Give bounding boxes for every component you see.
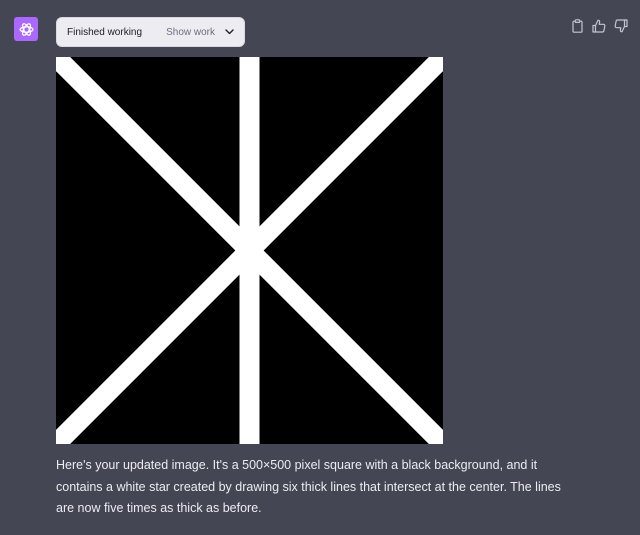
show-work-button[interactable]: Show work bbox=[166, 27, 234, 38]
clipboard-icon bbox=[571, 19, 583, 33]
show-work-label: Show work bbox=[166, 26, 215, 38]
chevron-down-icon bbox=[225, 29, 234, 35]
assistant-avatar bbox=[14, 17, 38, 41]
thumbs-up-button[interactable] bbox=[592, 18, 606, 34]
openai-logo-icon bbox=[18, 22, 34, 36]
message-actions bbox=[570, 18, 628, 34]
status-label: Finished working bbox=[67, 26, 143, 38]
copy-button[interactable] bbox=[570, 18, 584, 34]
status-pill: Finished working Show work bbox=[56, 17, 245, 47]
thumbs-up-icon bbox=[592, 19, 606, 33]
thumbs-down-icon bbox=[614, 19, 628, 33]
generated-star-image bbox=[56, 57, 443, 444]
assistant-message-text: Here's your updated image. It's a 500×50… bbox=[56, 458, 561, 515]
thumbs-down-button[interactable] bbox=[614, 18, 628, 34]
